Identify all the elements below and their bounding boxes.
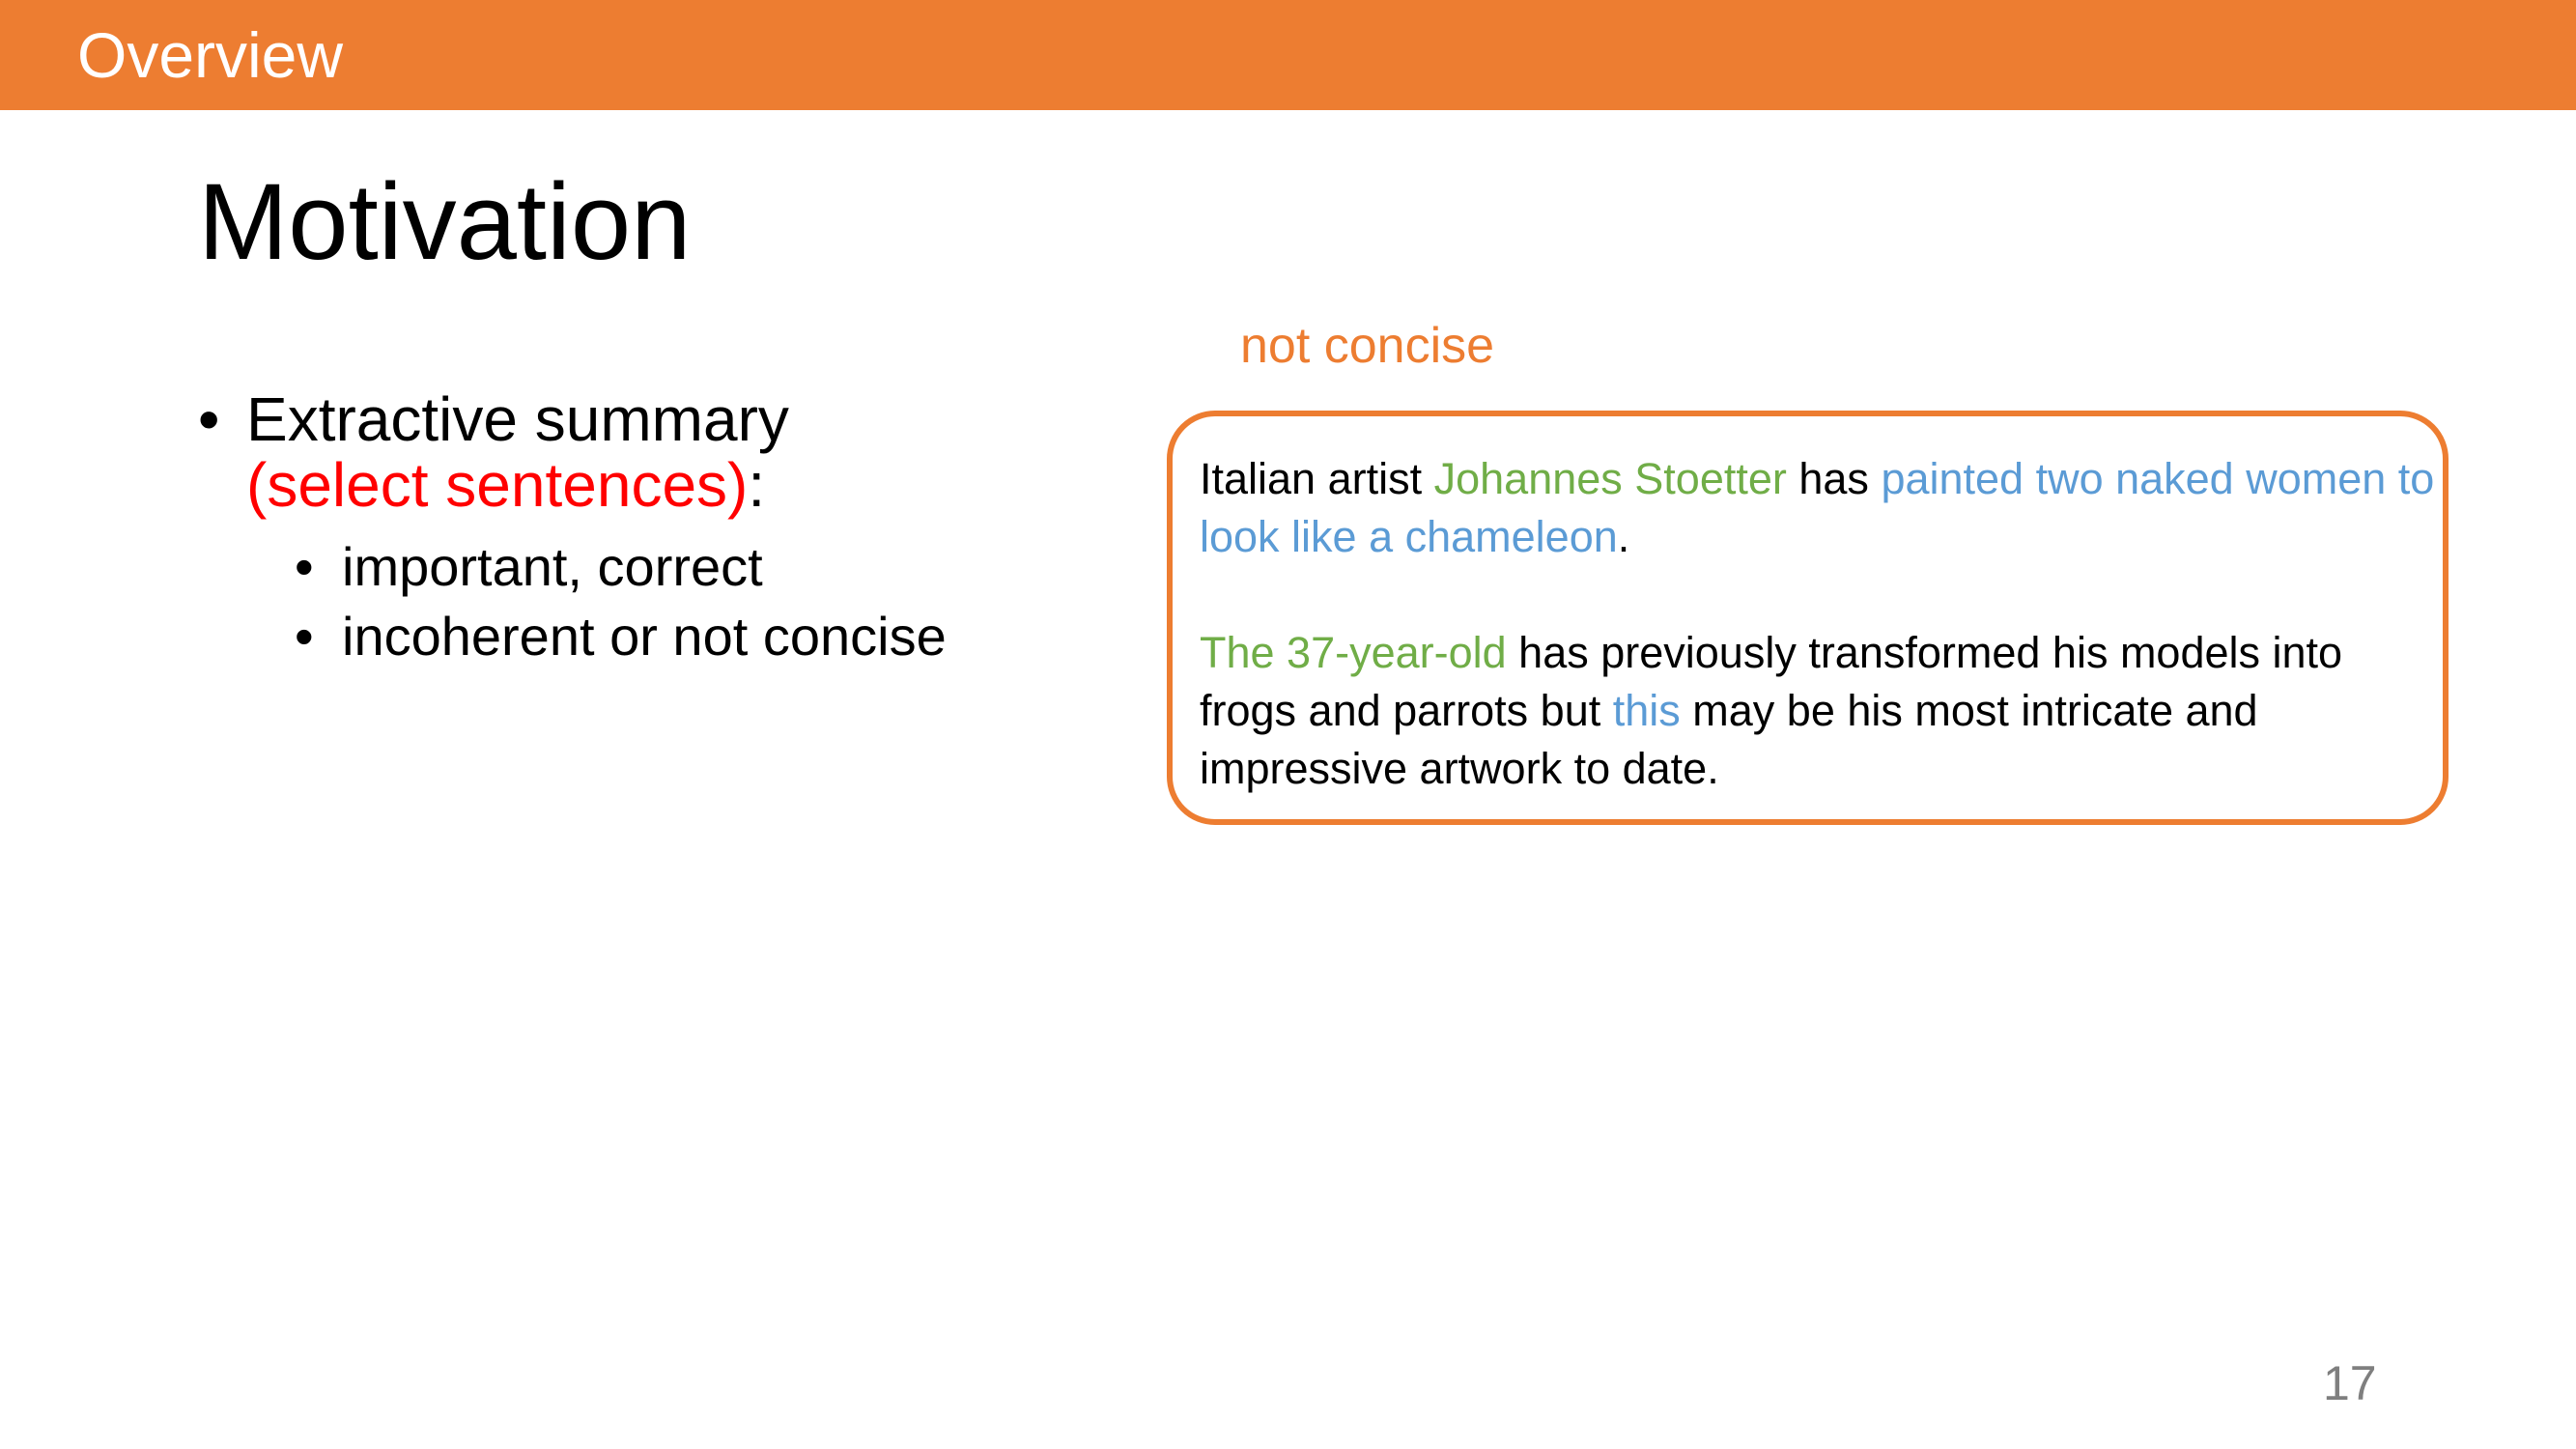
sub-bullet-text: important, correct: [342, 536, 763, 597]
section-header: Overview: [0, 0, 2576, 110]
slide-title: Motivation: [198, 161, 692, 282]
entity-highlight: Johannes Stoetter: [1433, 454, 1787, 503]
section-title: Overview: [77, 19, 344, 91]
sentence-2: The 37-year-old has previously transform…: [1200, 624, 2446, 798]
bullet-icon: •: [198, 384, 220, 454]
text: has: [1786, 454, 1882, 503]
bullet-highlight: (select sentences): [246, 450, 749, 520]
annotation-label: not concise: [1240, 318, 1495, 374]
event-highlight: this: [1612, 686, 1681, 735]
entity-highlight: The 37-year-old: [1200, 628, 1507, 677]
bullet-icon: •: [295, 536, 314, 597]
text: .: [1617, 512, 1630, 561]
bullet-text: Extractive summary: [246, 384, 789, 454]
text: Italian artist: [1200, 454, 1434, 503]
bullet-icon: •: [295, 606, 314, 667]
example-summary-box: Italian artist Johannes Stoetter has pai…: [1167, 411, 2449, 825]
page-number: 17: [2323, 1356, 2377, 1410]
bullet-suffix: :: [748, 450, 766, 520]
sentence-1: Italian artist Johannes Stoetter has pai…: [1200, 450, 2446, 566]
sub-bullet-text: incoherent or not concise: [342, 606, 947, 667]
